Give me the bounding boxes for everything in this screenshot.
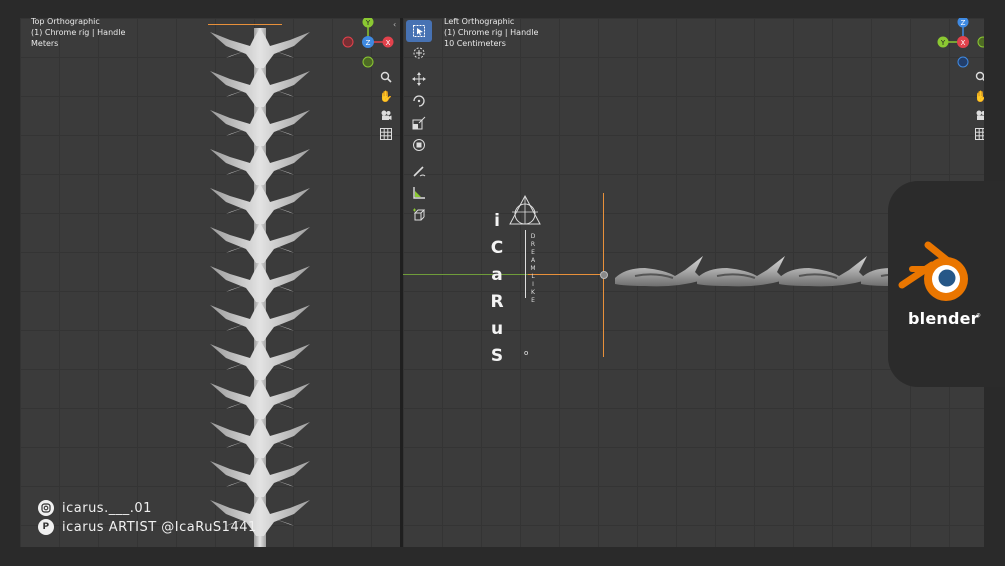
units-label: 10 Centimeters <box>444 39 506 48</box>
vertical-letter: D <box>530 233 536 240</box>
instagram-handle: icarus.___.01 <box>38 500 152 516</box>
viewport-top-orthographic[interactable]: Top Orthographic (1) Chrome rig | Handle… <box>20 18 400 547</box>
hand-icon[interactable]: ✋ <box>377 87 395 105</box>
viewport-info-right: Left Orthographic (1) Chrome rig | Handl… <box>444 18 538 49</box>
icarus-brand-letters: i C a R u S <box>490 208 504 370</box>
origin-axis-line <box>528 274 604 275</box>
object-info: (1) Chrome rig | Handle <box>444 28 539 37</box>
object-info: (1) Chrome rig | Handle <box>31 28 126 37</box>
spine-model[interactable] <box>190 18 330 547</box>
view-name: Left Orthographic <box>444 18 515 26</box>
annotate-icon[interactable] <box>406 160 432 182</box>
gizmo-x-label: X <box>961 39 966 47</box>
pinterest-text: icarus ARTIST @IcaRuS1441 <box>62 519 257 535</box>
camera-icon[interactable] <box>377 106 395 124</box>
triangle-logo-icon <box>509 194 541 225</box>
object-origin <box>600 271 608 279</box>
hand-icon[interactable]: ✋ <box>972 87 984 105</box>
gizmo-x-label: X <box>386 39 391 47</box>
vertical-letter: L <box>531 273 535 280</box>
brand-letter: S <box>490 346 504 366</box>
vertical-letter: A <box>530 257 536 264</box>
vertical-letter: E <box>531 297 535 304</box>
vertical-letter: R <box>530 241 536 248</box>
blender-window: Top Orthographic (1) Chrome rig | Handle… <box>20 18 984 547</box>
camera-icon[interactable] <box>972 106 984 124</box>
vertical-letter: I <box>532 281 534 288</box>
brand-letter: C <box>490 238 504 258</box>
grid-icon[interactable] <box>972 125 984 143</box>
brand-divider <box>525 230 526 298</box>
pinterest-handle: P icarus ARTIST @IcaRuS1441 <box>38 519 257 535</box>
collapse-arrow-icon[interactable]: ‹ <box>393 20 396 29</box>
move-icon[interactable] <box>406 68 432 90</box>
view-name: Top Orthographic <box>31 18 100 26</box>
blender-logo-icon <box>898 241 968 301</box>
pinterest-icon: P <box>38 519 54 535</box>
tool-shelf <box>406 20 434 226</box>
zoom-icon[interactable] <box>972 68 984 86</box>
zoom-icon[interactable] <box>377 68 395 86</box>
add-cube-icon[interactable] <box>406 204 432 226</box>
gizmo-y-label: Y <box>940 39 946 47</box>
vertical-letter: K <box>531 289 535 296</box>
brand-dot: o <box>524 349 529 357</box>
cursor-icon[interactable] <box>406 42 432 64</box>
registered-mark: ® <box>976 313 981 319</box>
brand-letter: u <box>490 319 504 339</box>
brand-letter: i <box>494 211 500 231</box>
brand-letter: R <box>490 292 504 312</box>
navigation-gizmo-left[interactable]: Y Z X <box>340 18 400 70</box>
spine-model-side[interactable] <box>615 250 895 290</box>
blender-logo-card: blender ® <box>888 181 1005 387</box>
measure-icon[interactable] <box>406 182 432 204</box>
select-box-icon[interactable] <box>406 20 432 42</box>
instagram-icon <box>38 500 54 516</box>
vertical-letter: M <box>530 265 536 272</box>
units-label: Meters <box>31 39 59 48</box>
rotate-icon[interactable] <box>406 90 432 112</box>
gizmo-y-label: Y <box>365 19 371 27</box>
gizmo-z-label: Z <box>366 39 371 47</box>
instagram-text: icarus.___.01 <box>62 500 152 516</box>
viewport-info-left: Top Orthographic (1) Chrome rig | Handle… <box>31 18 125 49</box>
vertical-letter: E <box>531 249 535 256</box>
brand-letter: a <box>491 265 503 285</box>
gizmo-z-label: Z <box>961 19 966 27</box>
blender-logo-text: blender <box>908 309 979 328</box>
dreamlike-vertical-text: D R E A M L I K E <box>530 233 536 305</box>
grid-icon[interactable] <box>377 125 395 143</box>
transform-icon[interactable] <box>406 134 432 156</box>
scale-icon[interactable] <box>406 112 432 134</box>
navigation-gizmo-right[interactable]: Z Y X <box>937 18 984 70</box>
